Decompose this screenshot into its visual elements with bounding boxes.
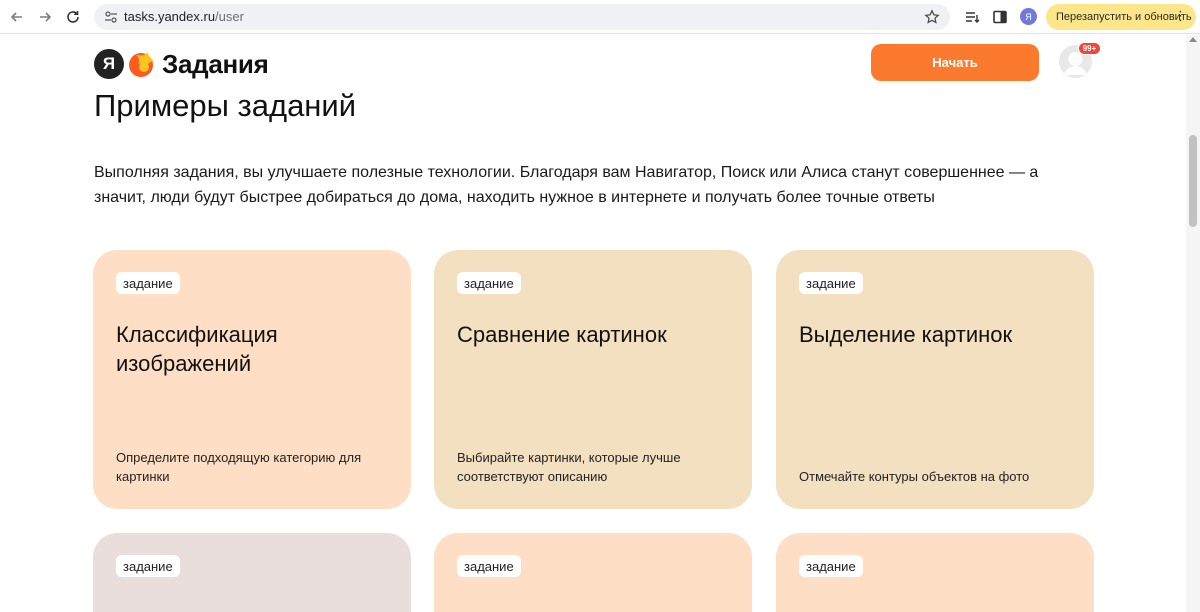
task-card[interactable]: задание <box>434 533 752 612</box>
task-card-image-segmentation[interactable]: задание Выделение картинок Отмечайте кон… <box>776 250 1094 509</box>
yandex-tasks-logo[interactable]: Я Задания <box>94 48 269 80</box>
task-tag: задание <box>799 555 863 577</box>
task-tag: задание <box>116 272 180 294</box>
task-tag: задание <box>457 555 521 577</box>
logo-letter: Я <box>102 54 116 73</box>
address-bar[interactable]: tasks.yandex.ru/user <box>94 4 950 30</box>
page-scrollbar[interactable] <box>1186 35 1200 612</box>
task-card[interactable]: задание <box>776 533 1094 612</box>
forward-button[interactable] <box>34 6 56 28</box>
kebab-menu-icon[interactable]: ⋮ <box>1174 9 1187 23</box>
url-path: /user <box>215 9 244 24</box>
intro-text: Выполняя задания, вы улучшаете полезные … <box>94 164 1039 206</box>
task-title: Сравнение картинок <box>457 322 667 347</box>
browser-toolbar: tasks.yandex.ru/user Я Перезапустить и о… <box>0 0 1200 34</box>
task-card[interactable]: задание <box>93 533 411 612</box>
logo-text: Задания <box>162 48 269 79</box>
relaunch-label: Перезапустить и обновить <box>1056 11 1192 23</box>
site-settings-icon[interactable] <box>104 10 118 24</box>
task-description: Определите подходящую категорию для карт… <box>116 450 362 484</box>
star-icon[interactable] <box>924 9 940 25</box>
arrow-right-icon <box>40 12 52 22</box>
profile-avatar[interactable]: Я <box>1020 8 1037 25</box>
task-title: Классификация изображений <box>116 322 278 376</box>
reload-icon <box>67 11 79 23</box>
task-card-image-classification[interactable]: задание Классификация изображений Опреде… <box>93 250 411 509</box>
scroll-thumb[interactable] <box>1189 135 1197 227</box>
yandex-logo-icon: Я <box>94 49 124 79</box>
relaunch-button[interactable]: Перезапустить и обновить ⋮ <box>1046 4 1196 30</box>
arrow-left-icon <box>10 12 22 22</box>
scroll-up-icon[interactable] <box>1189 37 1197 42</box>
url-host: tasks.yandex.ru <box>124 9 216 24</box>
page-title: Примеры заданий <box>94 88 357 123</box>
task-title: Выделение картинок <box>799 322 1013 347</box>
start-button[interactable]: Начать <box>871 44 1039 81</box>
side-panel-icon[interactable] <box>992 9 1008 25</box>
reload-button[interactable] <box>62 6 84 28</box>
task-card-image-comparison[interactable]: задание Сравнение картинок Выбирайте кар… <box>434 250 752 509</box>
task-description: Отмечайте контуры объектов на фото <box>799 469 1030 484</box>
back-button[interactable] <box>6 6 28 28</box>
notification-badge: 99+ <box>1078 42 1101 55</box>
url-text: tasks.yandex.ru/user <box>124 9 244 24</box>
profile-initial: Я <box>1025 11 1032 22</box>
task-tag: задание <box>116 555 180 577</box>
task-description: Выбирайте картинки, которые лучше соотве… <box>457 450 681 484</box>
task-tag: задание <box>457 272 521 294</box>
task-tag: задание <box>799 272 863 294</box>
reading-list-icon[interactable] <box>964 9 980 25</box>
tasks-logo-icon <box>129 52 154 77</box>
